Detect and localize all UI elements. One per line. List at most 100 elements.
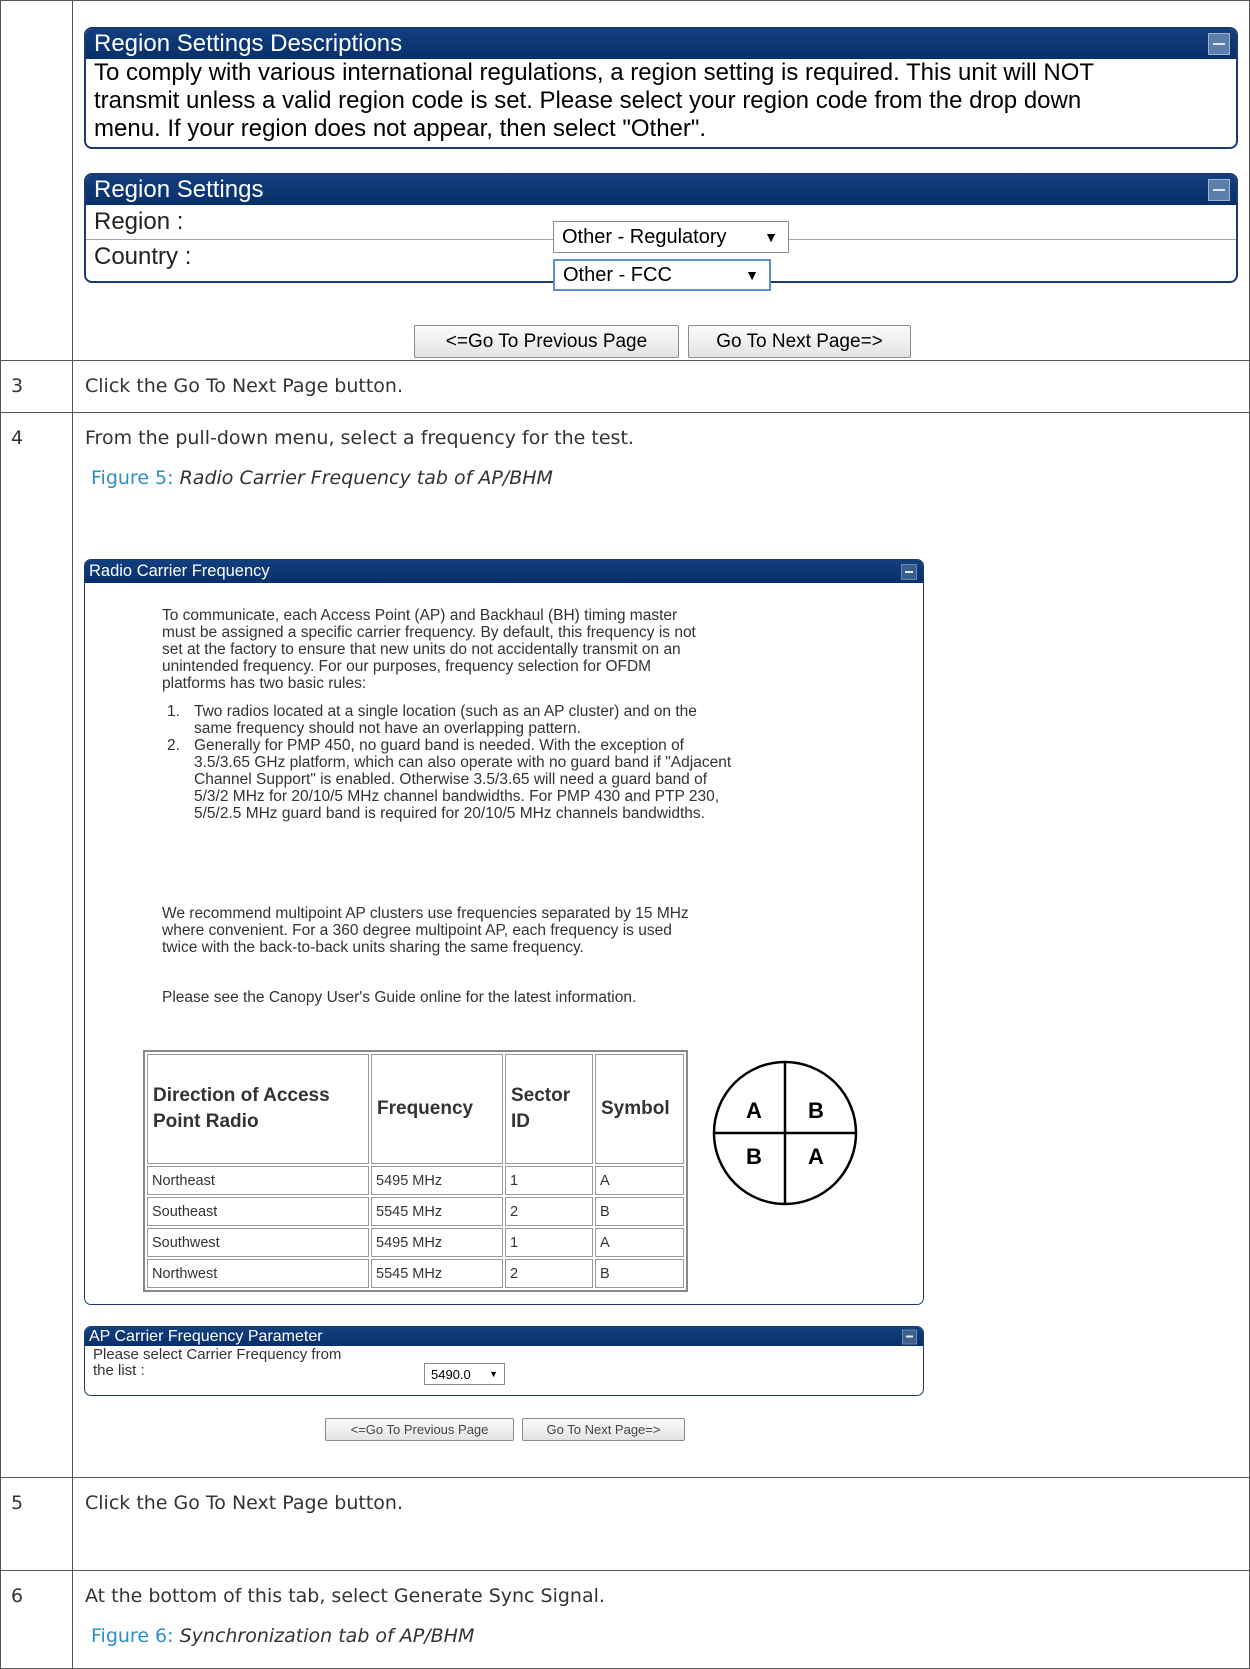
step-number-cell	[0, 0, 73, 361]
rcf-guide-note: Please see the Canopy User's Guide onlin…	[162, 989, 637, 1006]
collapse-icon[interactable]	[1208, 33, 1230, 55]
table-cell: A	[595, 1228, 684, 1257]
panel-title: Region Settings Descriptions	[94, 30, 403, 57]
sector-diagram: A B B A	[712, 1060, 858, 1206]
region-select[interactable]: Other - Regulatory ▼	[553, 221, 789, 253]
step-number: 5	[0, 1477, 73, 1571]
figure-label[interactable]: Figure 6:	[91, 1625, 174, 1647]
panel-title: Region Settings	[94, 176, 264, 203]
rule-item: 1. Two radios located at a single locati…	[167, 703, 887, 737]
sector-label-top-left: A	[746, 1098, 762, 1123]
collapse-icon[interactable]	[1208, 179, 1230, 201]
figure-label[interactable]: Figure 5:	[91, 467, 174, 489]
table-cell: 5545 MHz	[371, 1197, 503, 1226]
label-line: the list :	[93, 1362, 145, 1379]
text-line: Generally for PMP 450, no guard band is …	[194, 737, 684, 754]
column-header: Frequency	[371, 1054, 503, 1164]
previous-page-button[interactable]: <=Go To Previous Page	[414, 325, 679, 358]
country-select[interactable]: Other - FCC ▼	[553, 259, 771, 291]
table-cell: 1	[505, 1228, 593, 1257]
step-number: 3	[0, 360, 73, 413]
table-cell: 5495 MHz	[371, 1166, 503, 1195]
table-row: Southeast 5545 MHz 2 B	[147, 1197, 684, 1226]
country-label: Country :	[94, 243, 192, 270]
sector-label-top-right: B	[808, 1098, 824, 1123]
step-text: Click the Go To Next Page button.	[85, 375, 404, 397]
text-line: 3.5/3.65 GHz platform, which can also op…	[194, 754, 732, 771]
region-select-value: Other - Regulatory	[562, 225, 727, 248]
collapse-icon[interactable]	[901, 563, 917, 580]
next-page-button-small[interactable]: Go To Next Page=>	[522, 1418, 685, 1441]
panel-title: Radio Carrier Frequency	[89, 562, 270, 580]
region-label: Region :	[94, 208, 184, 235]
table-cell: 1	[505, 1166, 593, 1195]
text-line: where convenient. For a 360 degree multi…	[162, 922, 672, 939]
table-cell: Southwest	[147, 1228, 369, 1257]
text-line: Channel Support" is enabled. Otherwise 3…	[194, 771, 708, 788]
step-content: Click the Go To Next Page button.	[72, 360, 1250, 413]
next-page-button[interactable]: Go To Next Page=>	[688, 325, 911, 358]
step-content: Click the Go To Next Page button.	[72, 1477, 1250, 1571]
previous-page-button-small[interactable]: <=Go To Previous Page	[325, 1418, 514, 1441]
text-line: set at the factory to ensure that new un…	[162, 641, 681, 658]
desc-line: transmit unless a valid region code is s…	[94, 87, 1082, 114]
collapse-icon[interactable]	[902, 1329, 917, 1344]
text-line: 5/3/2 MHz for 20/10/5 MHz channel bandwi…	[194, 788, 719, 805]
table-header-row: Direction of Access Point Radio Frequenc…	[147, 1054, 684, 1164]
rule-item: 2. Generally for PMP 450, no guard band …	[167, 737, 887, 822]
desc-line: To comply with various international reg…	[94, 59, 1095, 86]
ap-frequency-label: Please select Carrier Frequency from the…	[93, 1347, 341, 1379]
rcf-rules-list: 1. Two radios located at a single locati…	[167, 703, 887, 822]
table-cell: B	[595, 1259, 684, 1288]
table-row: Southwest 5495 MHz 1 A	[147, 1228, 684, 1257]
table-cell: 5545 MHz	[371, 1259, 503, 1288]
text-line: 5/5/2.5 MHz guard band is required for 2…	[194, 805, 705, 822]
figure-title: Radio Carrier Frequency tab of AP/BHM	[179, 467, 553, 489]
desc-line: menu. If your region does not appear, th…	[94, 115, 707, 142]
dropdown-arrow-icon: ▼	[764, 229, 778, 245]
table-row: Northwest 5545 MHz 2 B	[147, 1259, 684, 1288]
step-content: At the bottom of this tab, select Genera…	[72, 1570, 1250, 1669]
text-line: We recommend multipoint AP clusters use …	[162, 905, 689, 922]
figure-caption: Figure 6: Synchronization tab of AP/BHM	[73, 1607, 1249, 1647]
figure-title: Synchronization tab of AP/BHM	[179, 1625, 475, 1647]
carrier-frequency-select[interactable]: 5490.0 ▼	[424, 1363, 505, 1385]
rule-number: 1.	[167, 703, 180, 720]
text-line: must be assigned a specific carrier freq…	[162, 624, 696, 641]
figure-caption: Figure 5: Radio Carrier Frequency tab of…	[73, 449, 1249, 489]
dropdown-arrow-icon: ▼	[489, 1369, 498, 1379]
rcf-intro-paragraph: To communicate, each Access Point (AP) a…	[162, 607, 882, 692]
table-cell: 5495 MHz	[371, 1228, 503, 1257]
table-row: Northeast 5495 MHz 1 A	[147, 1166, 684, 1195]
table-cell: A	[595, 1166, 684, 1195]
text-line: platforms has two basic rules:	[162, 675, 367, 692]
rcf-recommendation-paragraph: We recommend multipoint AP clusters use …	[162, 905, 882, 956]
text-line: unintended frequency. For our purposes, …	[162, 658, 652, 675]
table-cell: Northeast	[147, 1166, 369, 1195]
sector-label-bottom-right: A	[808, 1144, 824, 1169]
step-number: 4	[0, 412, 73, 1478]
country-select-value: Other - FCC	[563, 263, 672, 286]
panel-header: Region Settings Descriptions	[86, 29, 1236, 59]
table-cell: 2	[505, 1197, 593, 1226]
table-cell: B	[595, 1197, 684, 1226]
panel-header: AP Carrier Frequency Parameter	[85, 1327, 923, 1346]
panel-title: AP Carrier Frequency Parameter	[89, 1328, 323, 1345]
step-text: At the bottom of this tab, select Genera…	[85, 1585, 605, 1607]
text-line: Two radios located at a single location …	[194, 703, 697, 720]
region-desc-text: To comply with various international reg…	[86, 59, 1236, 143]
step-number: 6	[0, 1570, 73, 1669]
ap-carrier-frequency-panel: AP Carrier Frequency Parameter Please se…	[84, 1326, 924, 1396]
sector-label-bottom-left: B	[746, 1144, 762, 1169]
carrier-frequency-value: 5490.0	[431, 1366, 471, 1382]
column-header: Sector ID	[505, 1054, 593, 1164]
step-text: Click the Go To Next Page button.	[85, 1492, 404, 1514]
region-desc-panel: Region Settings Descriptions To comply w…	[84, 27, 1238, 149]
column-header: Symbol	[595, 1054, 684, 1164]
frequency-table: Direction of Access Point Radio Frequenc…	[143, 1050, 688, 1292]
step-text: From the pull-down menu, select a freque…	[85, 427, 634, 449]
text-line: twice with the back-to-back units sharin…	[162, 939, 584, 956]
label-line: Please select Carrier Frequency from	[93, 1346, 342, 1363]
table-cell: Southeast	[147, 1197, 369, 1226]
text-line: To communicate, each Access Point (AP) a…	[162, 607, 678, 624]
